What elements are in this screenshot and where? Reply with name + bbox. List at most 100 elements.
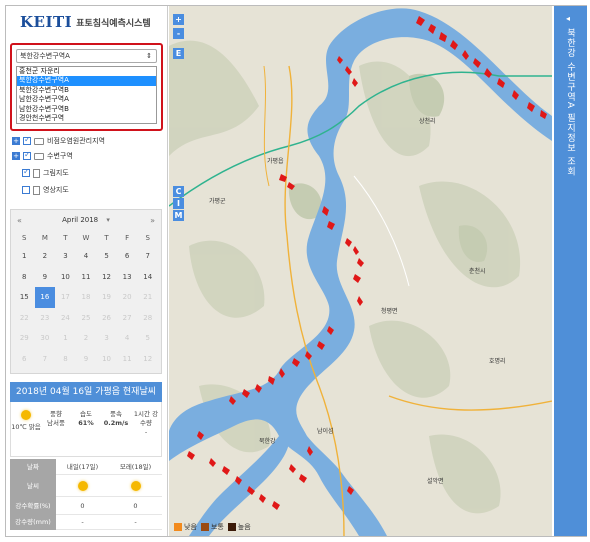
calendar-grid: S M T W T F S 1 2 3 4 5 6 7 8 9 10 11 12 13 14 15 16 17 18 19 20 21… (11, 230, 161, 370)
calendar-day[interactable]: 23 (35, 308, 56, 329)
region-option[interactable]: 북한강수변구역B (17, 86, 156, 95)
zoom-in-button[interactable]: + (173, 14, 184, 25)
calendar-day[interactable]: 28 (137, 308, 158, 329)
calendar-day[interactable]: 7 (35, 349, 56, 370)
calendar-day[interactable]: 15 (14, 287, 35, 308)
calendar-day[interactable]: 29 (14, 328, 35, 349)
legend-label: 높음 (237, 523, 251, 531)
calendar-weekday: F (125, 234, 130, 242)
erosion-legend: 낮음 보통 높음 (174, 522, 251, 532)
calendar-day[interactable]: 22 (14, 308, 35, 329)
region-option[interactable]: 남한강수변구역A (17, 95, 156, 104)
calendar-day[interactable]: 25 (76, 308, 97, 329)
forecast-cell: - (56, 515, 109, 530)
document-icon (33, 185, 40, 195)
calendar-day[interactable]: 8 (55, 349, 76, 370)
layer-checkbox[interactable] (22, 167, 30, 177)
calendar-day[interactable]: 5 (96, 246, 117, 267)
calendar-day[interactable]: 20 (117, 287, 138, 308)
calendar-day[interactable]: 5 (137, 328, 158, 349)
layer-tree-item-drawing-map[interactable]: 그림지도 (22, 166, 69, 180)
calendar-day[interactable]: 6 (14, 349, 35, 370)
sun-icon (21, 410, 31, 420)
zoom-out-button[interactable]: - (173, 28, 184, 39)
calendar-weekday: M (41, 234, 48, 242)
calendar-day[interactable]: 9 (35, 267, 56, 288)
map-tool-e-button[interactable]: E (173, 48, 184, 59)
calendar-day[interactable]: 26 (96, 308, 117, 329)
calendar-day[interactable]: 3 (96, 328, 117, 349)
legend-item: 높음 (227, 522, 251, 532)
calendar-day[interactable]: 6 (117, 246, 138, 267)
calendar-month-select[interactable]: April 2018 ▾ (62, 216, 110, 224)
calendar-day[interactable]: 2 (76, 328, 97, 349)
calendar-day[interactable]: 12 (96, 267, 117, 288)
calendar-day[interactable]: 3 (55, 246, 76, 267)
calendar-day[interactable]: 10 (96, 349, 117, 370)
calendar-day[interactable]: 8 (14, 267, 35, 288)
legend-item: 낮음 (174, 522, 197, 532)
calendar-day[interactable]: 30 (35, 328, 56, 349)
legend-swatch (200, 523, 209, 531)
region-select-dropdown[interactable]: 북한강수변구역A ⇕ 홍천군 자운리 북한강수변구역A 북한강수변구역B 남한강… (10, 43, 163, 131)
calendar-day[interactable]: 1 (14, 246, 35, 267)
weather-temp: 10℃ 맑음 (11, 402, 41, 456)
map-tool-i-button[interactable]: I (173, 198, 184, 209)
map-place-label: 상천리 (419, 118, 436, 125)
calendar-day[interactable]: 21 (137, 287, 158, 308)
legend-item: 보통 (200, 522, 224, 532)
layer-tree-item-image-map[interactable]: 영상지도 (22, 183, 69, 197)
map-canvas[interactable] (169, 6, 552, 536)
region-option[interactable]: 남한강수변구역B (17, 105, 156, 114)
calendar-day[interactable]: 4 (117, 328, 138, 349)
layer-tree-item-nonpoint[interactable]: + 비점오염원관리지역 (12, 134, 105, 148)
calendar-weekday: W (82, 234, 90, 242)
humidity-label: 습도 (80, 410, 92, 418)
forecast-cell: 0 (109, 497, 162, 515)
precipitation-value: - (144, 428, 148, 436)
erosion-map[interactable]: + - E C I M 가평읍 청평면 춘천시 설악면 가평군 북한강 남이섬 … (169, 6, 552, 536)
region-option-selected[interactable]: 북한강수변구역A (17, 76, 156, 86)
calendar-day[interactable]: 4 (76, 246, 97, 267)
calendar-day[interactable]: 18 (76, 287, 97, 308)
calendar-day[interactable]: 10 (55, 267, 76, 288)
calendar-day[interactable]: 11 (117, 349, 138, 370)
layer-checkbox[interactable] (22, 186, 30, 194)
calendar-day[interactable]: 2 (35, 246, 56, 267)
calendar-day[interactable]: 7 (137, 246, 158, 267)
map-tool-c-button[interactable]: C (173, 186, 184, 197)
select-arrows-icon: ⇕ (146, 52, 152, 60)
calendar-day-selected[interactable]: 16 (34, 287, 56, 308)
forecast-row-label: 강수량(mm) (10, 515, 56, 530)
calendar-day[interactable]: 1 (55, 328, 76, 349)
collapse-arrow-icon[interactable]: ◂ (566, 14, 570, 23)
region-select-value: 북한강수변구역A (20, 52, 70, 60)
region-option[interactable]: 홍천군 자운리 (17, 67, 156, 76)
calendar-weekday: T (104, 234, 109, 242)
layer-label: 그림지도 (43, 169, 69, 177)
parcel-info-panel[interactable]: ◂ 북한강 수변구역A 필지정보 조회 (554, 6, 587, 536)
calendar-prev-button[interactable]: « (17, 216, 22, 225)
calendar-day[interactable]: 13 (117, 267, 138, 288)
calendar-day[interactable]: 11 (76, 267, 97, 288)
layer-tree-item-riparian[interactable]: + 수변구역 (12, 149, 73, 163)
map-tool-m-button[interactable]: M (173, 210, 184, 221)
layer-checkbox[interactable] (23, 150, 31, 160)
document-icon (33, 168, 40, 178)
calendar-day[interactable]: 12 (137, 349, 158, 370)
calendar-day[interactable]: 24 (55, 308, 76, 329)
calendar-next-button[interactable]: » (150, 216, 155, 225)
calendar-day[interactable]: 27 (117, 308, 138, 329)
region-option[interactable]: 경안천수변구역 (17, 114, 156, 123)
calendar-day[interactable]: 9 (76, 349, 97, 370)
calendar-day[interactable]: 17 (55, 287, 76, 308)
legend-swatch (174, 523, 182, 531)
humidity: 습도 61% (71, 402, 101, 456)
expand-icon[interactable]: + (12, 152, 20, 160)
calendar-day[interactable]: 19 (96, 287, 117, 308)
expand-icon[interactable]: + (12, 137, 20, 145)
calendar-day[interactable]: 14 (137, 267, 158, 288)
wind-direction: 풍향 남서풍 (41, 402, 71, 456)
layer-checkbox[interactable] (23, 135, 31, 145)
region-select-current[interactable]: 북한강수변구역A ⇕ (16, 49, 157, 63)
